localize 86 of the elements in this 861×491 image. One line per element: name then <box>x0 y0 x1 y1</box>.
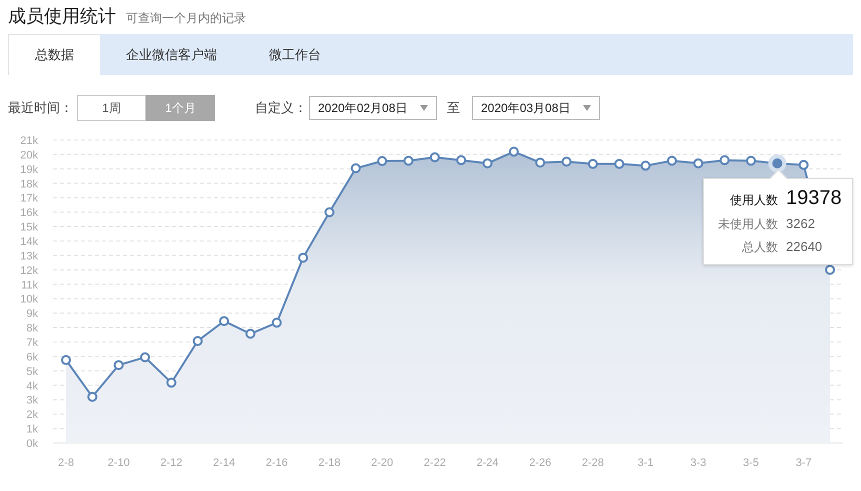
axis-label: 3-5 <box>743 457 759 469</box>
tooltip-label: 总人数 <box>741 239 778 256</box>
data-point[interactable] <box>614 158 624 169</box>
axis-label: 2k <box>26 409 38 422</box>
axis-label: 2-14 <box>213 457 236 469</box>
axis-label: 2-26 <box>529 457 552 469</box>
axis-label: 10k <box>20 294 38 306</box>
data-point[interactable] <box>482 158 493 168</box>
data-point[interactable] <box>588 158 598 169</box>
range-separator: 至 <box>447 99 460 117</box>
axis-label: 0k <box>26 438 38 450</box>
page-subtitle: 可查询一个月内的记录 <box>126 10 246 27</box>
page-title: 成员使用统计 <box>8 5 116 28</box>
data-point[interactable] <box>798 160 809 170</box>
data-point[interactable] <box>298 252 308 263</box>
data-point[interactable] <box>272 318 282 328</box>
axis-label: 18k <box>20 178 38 190</box>
caret-icon <box>420 105 428 111</box>
axis-label: 2-24 <box>476 457 499 469</box>
tab[interactable]: 微工作台 <box>243 34 347 75</box>
data-point[interactable] <box>192 336 203 346</box>
data-point[interactable] <box>245 328 256 339</box>
data-point[interactable] <box>219 316 230 326</box>
tooltip-label: 使用人数 <box>729 192 778 209</box>
axis-label: 15k <box>20 222 38 234</box>
axis-label: 14k <box>20 236 38 248</box>
data-point[interactable] <box>825 264 835 275</box>
highlighted-point[interactable] <box>768 154 786 172</box>
tooltip-label: 未使用人数 <box>717 216 778 233</box>
start-date-dropdown[interactable]: 2020年02月08日 <box>309 96 437 120</box>
data-point[interactable] <box>87 392 98 402</box>
data-point[interactable] <box>535 158 546 168</box>
tab[interactable]: 总数据 <box>8 34 100 75</box>
axis-label: 20k <box>20 149 38 162</box>
axis-label: 6k <box>26 351 38 364</box>
axis-label: 9k <box>26 308 38 320</box>
data-point[interactable] <box>140 352 150 362</box>
axis-label: 17k <box>20 192 38 205</box>
tooltip-value: 19378 <box>786 187 843 210</box>
axis-label: 2-8 <box>58 457 74 469</box>
axis-label: 2-16 <box>266 457 288 469</box>
data-point[interactable] <box>114 360 124 370</box>
data-point[interactable] <box>562 156 572 167</box>
data-point[interactable] <box>377 156 388 166</box>
tooltip-value: 3262 <box>786 216 816 231</box>
axis-label: 12k <box>20 264 38 277</box>
data-point[interactable] <box>324 207 334 218</box>
data-point[interactable] <box>640 160 651 171</box>
axis-label: 3-1 <box>638 457 654 469</box>
axis-label: 2-20 <box>371 457 394 469</box>
data-point[interactable] <box>666 156 677 166</box>
axis-label: 1k <box>26 424 38 436</box>
data-point[interactable] <box>350 163 361 174</box>
axis-label: 19k <box>20 164 38 176</box>
data-point[interactable] <box>403 156 414 166</box>
axis-label: 21k <box>20 134 38 147</box>
recent-time-label: 最近时间： <box>8 99 73 117</box>
axis-label: 2-28 <box>582 457 604 469</box>
axis-label: 8k <box>26 322 38 335</box>
axis-label: 13k <box>20 250 38 262</box>
axis-label: 4k <box>26 380 38 392</box>
axis-label: 2-22 <box>424 457 446 469</box>
tab[interactable]: 企业微信客户端 <box>100 34 243 75</box>
axis-label: 2-18 <box>318 457 340 469</box>
data-point[interactable] <box>508 146 519 157</box>
axis-label: 3-3 <box>690 457 706 469</box>
tooltip-value: 22640 <box>786 239 824 254</box>
data-point[interactable] <box>720 155 730 166</box>
custom-label: 自定义： <box>255 99 307 117</box>
data-point[interactable] <box>61 355 71 366</box>
end-date-dropdown[interactable]: 2020年03月08日 <box>472 96 600 120</box>
data-point[interactable] <box>430 152 440 162</box>
axis-label: 2-12 <box>160 457 182 469</box>
data-point[interactable] <box>456 155 466 166</box>
caret-icon <box>583 105 591 111</box>
axis-label: 3-7 <box>796 457 812 469</box>
data-point[interactable] <box>693 158 704 168</box>
axis-label: 7k <box>26 337 38 349</box>
axis-label: 11k <box>21 279 38 292</box>
axis-label: 2-10 <box>108 457 130 469</box>
axis-label: 3k <box>26 394 38 407</box>
axis-label: 16k <box>20 207 38 220</box>
data-point[interactable] <box>746 156 756 166</box>
period-button[interactable]: 1周 <box>77 95 146 121</box>
axis-label: 5k <box>26 366 38 378</box>
data-point[interactable] <box>166 378 176 388</box>
